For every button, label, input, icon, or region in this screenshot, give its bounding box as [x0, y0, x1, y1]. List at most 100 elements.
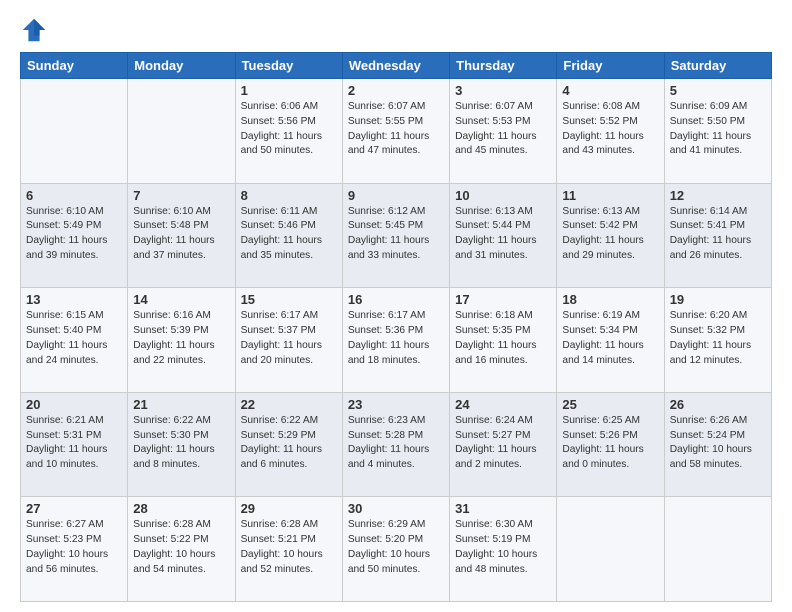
day-number: 19 — [670, 292, 766, 307]
calendar-cell: 4 Sunrise: 6:08 AM Sunset: 5:52 PM Daylig… — [557, 79, 664, 184]
day-number: 26 — [670, 397, 766, 412]
calendar-cell: 11Sunrise: 6:13 AM Sunset: 5:42 PM Dayli… — [557, 183, 664, 288]
logo-icon — [20, 16, 48, 44]
cell-info: Sunrise: 6:11 AM Sunset: 5:46 PM Dayligh… — [241, 205, 337, 264]
calendar-cell: 17Sunrise: 6:18 AM Sunset: 5:35 PM Dayli… — [450, 288, 557, 393]
cell-info: Sunrise: 6:08 AM Sunset: 5:52 PM Dayligh… — [562, 100, 658, 159]
cell-info: Sunrise: 6:28 AM Sunset: 5:22 PM Dayligh… — [133, 518, 229, 577]
cell-info: Sunrise: 6:22 AM Sunset: 5:30 PM Dayligh… — [133, 414, 229, 473]
day-number: 22 — [241, 397, 337, 412]
calendar-cell — [21, 79, 128, 184]
day-number: 4 — [562, 83, 658, 98]
cell-info: Sunrise: 6:19 AM Sunset: 5:34 PM Dayligh… — [562, 309, 658, 368]
header — [20, 16, 772, 44]
day-number: 25 — [562, 397, 658, 412]
cell-info: Sunrise: 6:06 AM Sunset: 5:56 PM Dayligh… — [241, 100, 337, 159]
calendar-week-2: 6 Sunrise: 6:10 AM Sunset: 5:49 PM Daylig… — [21, 183, 772, 288]
day-number: 29 — [241, 501, 337, 516]
calendar-cell — [557, 497, 664, 602]
cell-info: Sunrise: 6:14 AM Sunset: 5:41 PM Dayligh… — [670, 205, 766, 264]
calendar-cell: 1Sunrise: 6:06 AM Sunset: 5:56 PM Daylig… — [235, 79, 342, 184]
cell-info: Sunrise: 6:17 AM Sunset: 5:36 PM Dayligh… — [348, 309, 444, 368]
day-number: 24 — [455, 397, 551, 412]
calendar-cell: 10 Sunrise: 6:13 AM Sunset: 5:44 PM Dayli… — [450, 183, 557, 288]
calendar-cell: 8 Sunrise: 6:11 AM Sunset: 5:46 PM Daylig… — [235, 183, 342, 288]
calendar-cell: 14 Sunrise: 6:16 AM Sunset: 5:39 PM Dayli… — [128, 288, 235, 393]
cell-info: Sunrise: 6:13 AM Sunset: 5:44 PM Dayligh… — [455, 205, 551, 264]
calendar-week-3: 13Sunrise: 6:15 AM Sunset: 5:40 PM Dayli… — [21, 288, 772, 393]
day-number: 20 — [26, 397, 122, 412]
day-header-monday: Monday — [128, 53, 235, 79]
day-number: 9 — [348, 188, 444, 203]
day-number: 15 — [241, 292, 337, 307]
cell-info: Sunrise: 6:10 AM Sunset: 5:48 PM Dayligh… — [133, 205, 229, 264]
cell-info: Sunrise: 6:10 AM Sunset: 5:49 PM Dayligh… — [26, 205, 122, 264]
calendar-cell: 3 Sunrise: 6:07 AM Sunset: 5:53 PM Daylig… — [450, 79, 557, 184]
calendar-header-row: SundayMondayTuesdayWednesdayThursdayFrid… — [21, 53, 772, 79]
calendar-week-1: 1Sunrise: 6:06 AM Sunset: 5:56 PM Daylig… — [21, 79, 772, 184]
calendar-cell: 6 Sunrise: 6:10 AM Sunset: 5:49 PM Daylig… — [21, 183, 128, 288]
cell-info: Sunrise: 6:07 AM Sunset: 5:53 PM Dayligh… — [455, 100, 551, 159]
day-number: 3 — [455, 83, 551, 98]
calendar-week-5: 27 Sunrise: 6:27 AM Sunset: 5:23 PM Dayli… — [21, 497, 772, 602]
day-number: 6 — [26, 188, 122, 203]
day-number: 28 — [133, 501, 229, 516]
day-number: 16 — [348, 292, 444, 307]
cell-info: Sunrise: 6:29 AM Sunset: 5:20 PM Dayligh… — [348, 518, 444, 577]
day-number: 2 — [348, 83, 444, 98]
day-header-tuesday: Tuesday — [235, 53, 342, 79]
cell-info: Sunrise: 6:30 AM Sunset: 5:19 PM Dayligh… — [455, 518, 551, 577]
day-header-wednesday: Wednesday — [342, 53, 449, 79]
day-number: 30 — [348, 501, 444, 516]
calendar-cell: 28 Sunrise: 6:28 AM Sunset: 5:22 PM Dayli… — [128, 497, 235, 602]
cell-info: Sunrise: 6:17 AM Sunset: 5:37 PM Dayligh… — [241, 309, 337, 368]
cell-info: Sunrise: 6:27 AM Sunset: 5:23 PM Dayligh… — [26, 518, 122, 577]
day-number: 14 — [133, 292, 229, 307]
calendar-cell: 20 Sunrise: 6:21 AM Sunset: 5:31 PM Dayli… — [21, 392, 128, 497]
cell-info: Sunrise: 6:25 AM Sunset: 5:26 PM Dayligh… — [562, 414, 658, 473]
calendar-cell: 23 Sunrise: 6:23 AM Sunset: 5:28 PM Dayli… — [342, 392, 449, 497]
calendar-cell: 5 Sunrise: 6:09 AM Sunset: 5:50 PM Daylig… — [664, 79, 771, 184]
calendar-cell: 30 Sunrise: 6:29 AM Sunset: 5:20 PM Dayli… — [342, 497, 449, 602]
calendar-cell: 15 Sunrise: 6:17 AM Sunset: 5:37 PM Dayli… — [235, 288, 342, 393]
day-number: 21 — [133, 397, 229, 412]
cell-info: Sunrise: 6:09 AM Sunset: 5:50 PM Dayligh… — [670, 100, 766, 159]
day-header-thursday: Thursday — [450, 53, 557, 79]
cell-info: Sunrise: 6:12 AM Sunset: 5:45 PM Dayligh… — [348, 205, 444, 264]
calendar-cell: 31Sunrise: 6:30 AM Sunset: 5:19 PM Dayli… — [450, 497, 557, 602]
cell-info: Sunrise: 6:23 AM Sunset: 5:28 PM Dayligh… — [348, 414, 444, 473]
day-number: 8 — [241, 188, 337, 203]
calendar-cell: 16 Sunrise: 6:17 AM Sunset: 5:36 PM Dayli… — [342, 288, 449, 393]
calendar-cell: 25 Sunrise: 6:25 AM Sunset: 5:26 PM Dayli… — [557, 392, 664, 497]
calendar-cell — [128, 79, 235, 184]
cell-info: Sunrise: 6:21 AM Sunset: 5:31 PM Dayligh… — [26, 414, 122, 473]
calendar-cell: 2 Sunrise: 6:07 AM Sunset: 5:55 PM Daylig… — [342, 79, 449, 184]
day-header-sunday: Sunday — [21, 53, 128, 79]
calendar-cell: 21 Sunrise: 6:22 AM Sunset: 5:30 PM Dayli… — [128, 392, 235, 497]
calendar-cell: 9 Sunrise: 6:12 AM Sunset: 5:45 PM Daylig… — [342, 183, 449, 288]
cell-info: Sunrise: 6:24 AM Sunset: 5:27 PM Dayligh… — [455, 414, 551, 473]
calendar-cell: 19 Sunrise: 6:20 AM Sunset: 5:32 PM Dayli… — [664, 288, 771, 393]
day-number: 17 — [455, 292, 551, 307]
cell-info: Sunrise: 6:28 AM Sunset: 5:21 PM Dayligh… — [241, 518, 337, 577]
calendar-cell: 22 Sunrise: 6:22 AM Sunset: 5:29 PM Dayli… — [235, 392, 342, 497]
day-number: 7 — [133, 188, 229, 203]
cell-info: Sunrise: 6:07 AM Sunset: 5:55 PM Dayligh… — [348, 100, 444, 159]
day-number: 23 — [348, 397, 444, 412]
day-header-saturday: Saturday — [664, 53, 771, 79]
cell-info: Sunrise: 6:22 AM Sunset: 5:29 PM Dayligh… — [241, 414, 337, 473]
cell-info: Sunrise: 6:16 AM Sunset: 5:39 PM Dayligh… — [133, 309, 229, 368]
calendar-cell: 24 Sunrise: 6:24 AM Sunset: 5:27 PM Dayli… — [450, 392, 557, 497]
cell-info: Sunrise: 6:20 AM Sunset: 5:32 PM Dayligh… — [670, 309, 766, 368]
calendar-cell: 12Sunrise: 6:14 AM Sunset: 5:41 PM Dayli… — [664, 183, 771, 288]
calendar-cell: 18Sunrise: 6:19 AM Sunset: 5:34 PM Dayli… — [557, 288, 664, 393]
calendar-week-4: 20 Sunrise: 6:21 AM Sunset: 5:31 PM Dayli… — [21, 392, 772, 497]
day-number: 27 — [26, 501, 122, 516]
day-number: 5 — [670, 83, 766, 98]
day-number: 10 — [455, 188, 551, 203]
calendar-cell: 7 Sunrise: 6:10 AM Sunset: 5:48 PM Daylig… — [128, 183, 235, 288]
calendar-cell: 27 Sunrise: 6:27 AM Sunset: 5:23 PM Dayli… — [21, 497, 128, 602]
cell-info: Sunrise: 6:13 AM Sunset: 5:42 PM Dayligh… — [562, 205, 658, 264]
page: SundayMondayTuesdayWednesdayThursdayFrid… — [0, 0, 792, 612]
day-number: 13 — [26, 292, 122, 307]
